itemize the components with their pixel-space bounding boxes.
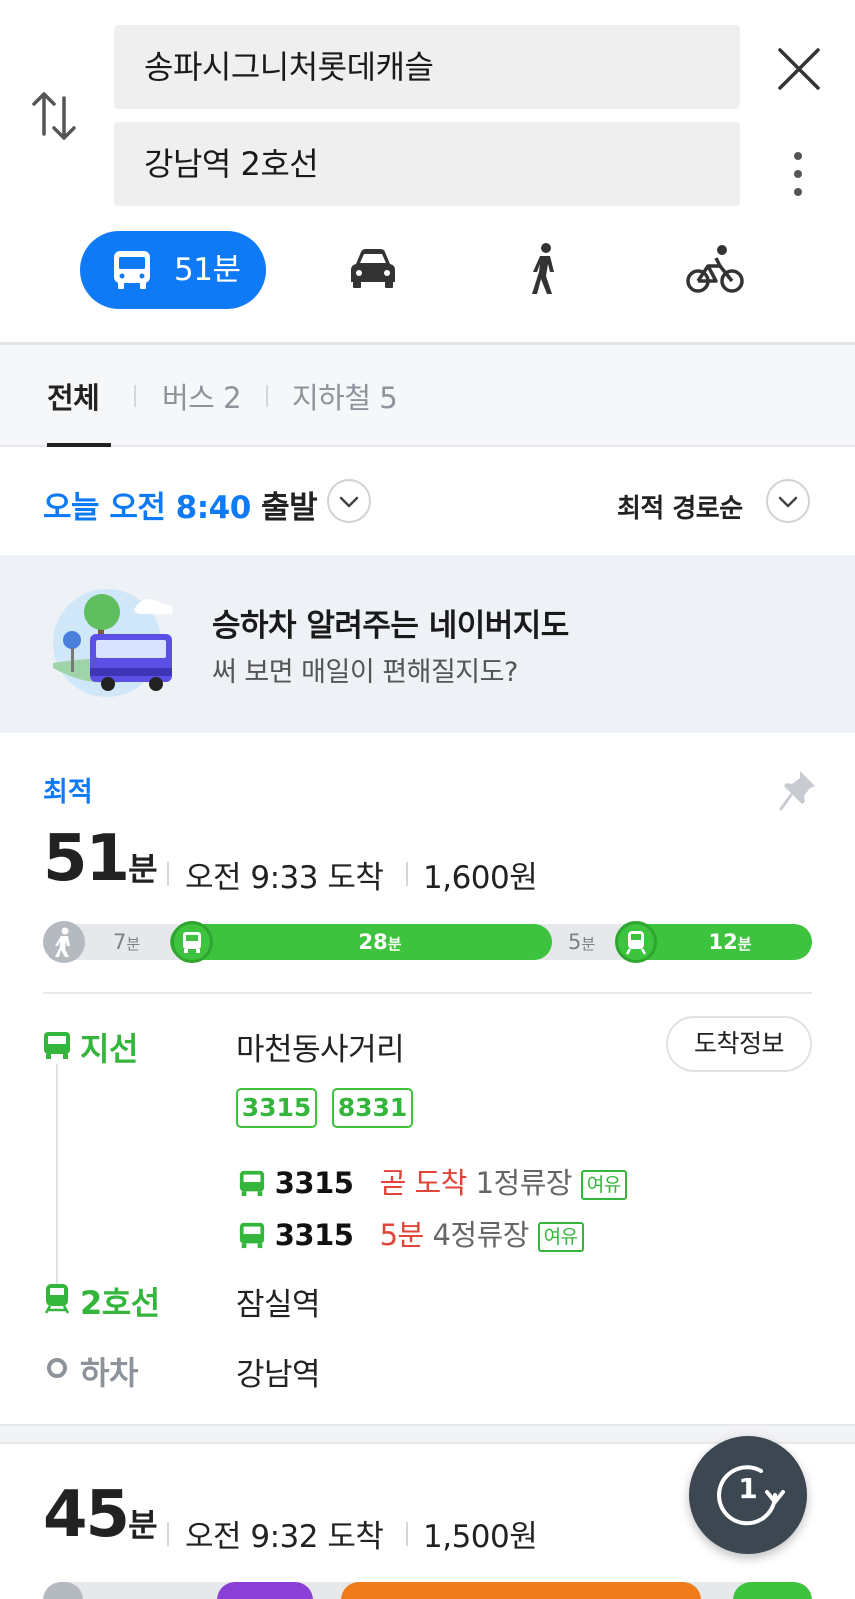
duration-unit: 분 — [128, 1506, 158, 1544]
crowd-badge: 여유 — [537, 1222, 584, 1252]
arrival-time: 오전 9:33 도착 — [185, 860, 384, 896]
alight-label: 하차 — [80, 1354, 138, 1392]
alight-marker-icon — [47, 1358, 67, 1378]
subway-icon — [42, 1282, 72, 1314]
sort-order-selector[interactable]: 최적 경로순 — [617, 488, 743, 525]
tab-subway[interactable]: 지하철 5 — [292, 375, 398, 417]
arrival-bus-number: 3315 — [274, 1166, 354, 1200]
alight-station-name[interactable]: 강남역 — [236, 1349, 321, 1394]
active-tab-indicator — [47, 443, 111, 447]
arrival-stops: 4정류장 — [432, 1218, 529, 1252]
departure-time-selector[interactable]: 오늘 오전 8:40 출발 — [43, 482, 318, 527]
bus-icon — [239, 1170, 265, 1197]
meta-separator — [406, 862, 408, 886]
more-options-icon[interactable] — [786, 150, 810, 200]
bus-icon — [239, 1222, 265, 1249]
subway-segment-purple — [217, 1582, 313, 1599]
subway-line-label: 2호선 — [80, 1284, 160, 1322]
segment-bus-time: 28분 — [358, 930, 402, 954]
subway-segment-green — [733, 1582, 812, 1599]
arrival-eta: 5분 — [379, 1218, 425, 1252]
bus-icon — [112, 249, 152, 291]
best-route-tag: 최적 — [43, 777, 93, 808]
route-timeline-line — [56, 1064, 58, 1288]
departure-suffix: 출발 — [261, 490, 318, 526]
arrival-time: 오전 9:32 도착 — [185, 1519, 384, 1555]
arrival-bus-number: 3315 — [274, 1218, 354, 1252]
tab-separator — [266, 385, 268, 407]
chevron-down-icon[interactable] — [327, 479, 371, 523]
refresh-count: 1 — [738, 1472, 758, 1505]
bus-stop-name[interactable]: 마천동사거리 — [236, 1024, 405, 1069]
chevron-down-icon[interactable] — [766, 479, 810, 523]
route-duration: 45분 — [43, 1478, 158, 1552]
bus-arrival-row: 3315 5분 4정류장 여유 — [238, 1212, 584, 1254]
transit-mode-button[interactable]: 51분 — [80, 231, 266, 309]
refresh-button[interactable]: 1 — [689, 1436, 807, 1554]
tab-separator — [134, 385, 136, 407]
duration-number: 51 — [43, 822, 130, 896]
bus-number-chip[interactable]: 3315 — [236, 1088, 317, 1128]
departure-time: 오전 8:40 — [109, 490, 251, 526]
bike-icon[interactable] — [686, 244, 744, 294]
walk-icon — [43, 921, 85, 963]
pin-icon[interactable] — [778, 768, 818, 812]
segment-subway-time: 12분 — [708, 930, 752, 954]
departure-day: 오늘 — [43, 490, 100, 526]
bus-icon — [42, 1030, 72, 1060]
bus-type-label: 지선 — [80, 1030, 138, 1068]
subway-station-name[interactable]: 잠실역 — [236, 1279, 321, 1324]
transit-duration: 51분 — [174, 252, 241, 288]
car-icon[interactable] — [348, 246, 398, 290]
route-segment-bar — [43, 1582, 812, 1599]
destination-field[interactable]: 강남역 2호선 — [114, 122, 740, 206]
fare: 1,500원 — [423, 1519, 538, 1555]
tab-bus[interactable]: 버스 2 — [162, 375, 242, 417]
duration-number: 45 — [43, 1478, 130, 1552]
tab-all[interactable]: 전체 — [47, 375, 100, 417]
segment-walk-time: 7분 — [113, 930, 141, 954]
segment-transfer-walk-time: 5분 — [568, 930, 596, 954]
subway-icon — [615, 921, 657, 963]
duration-unit: 분 — [128, 850, 158, 888]
bus-icon — [171, 921, 213, 963]
crowd-badge: 여유 — [580, 1170, 627, 1200]
banner-subtitle: 써 보면 매일이 편해질지도? — [212, 657, 518, 688]
origin-field[interactable]: 송파시그니처롯데캐슬 — [114, 25, 740, 109]
arrival-eta: 곧 도착 — [379, 1166, 468, 1200]
route-filter-tabs: 전체 버스 2 지하철 5 — [0, 345, 855, 447]
meta-separator — [406, 1522, 408, 1546]
subway-segment-orange — [341, 1582, 701, 1599]
arrival-info-button[interactable]: 도착정보 — [666, 1016, 812, 1072]
fare: 1,600원 — [423, 860, 538, 896]
walk-icon[interactable] — [528, 242, 562, 296]
bus-number-chip[interactable]: 8331 — [332, 1088, 413, 1128]
divider — [43, 992, 812, 994]
bus-arrival-row: 3315 곧 도착 1정류장 여유 — [238, 1160, 627, 1202]
meta-separator — [167, 1522, 169, 1546]
arrival-stops: 1정류장 — [475, 1166, 573, 1200]
swap-direction-icon[interactable] — [30, 86, 80, 146]
banner-title: 승하차 알려주는 네이버지도 — [212, 608, 569, 644]
walk-segment — [43, 1582, 83, 1599]
close-icon[interactable] — [776, 46, 822, 92]
meta-separator — [167, 862, 169, 886]
bus-illustration — [52, 588, 182, 698]
route-duration: 51분 — [43, 822, 158, 896]
